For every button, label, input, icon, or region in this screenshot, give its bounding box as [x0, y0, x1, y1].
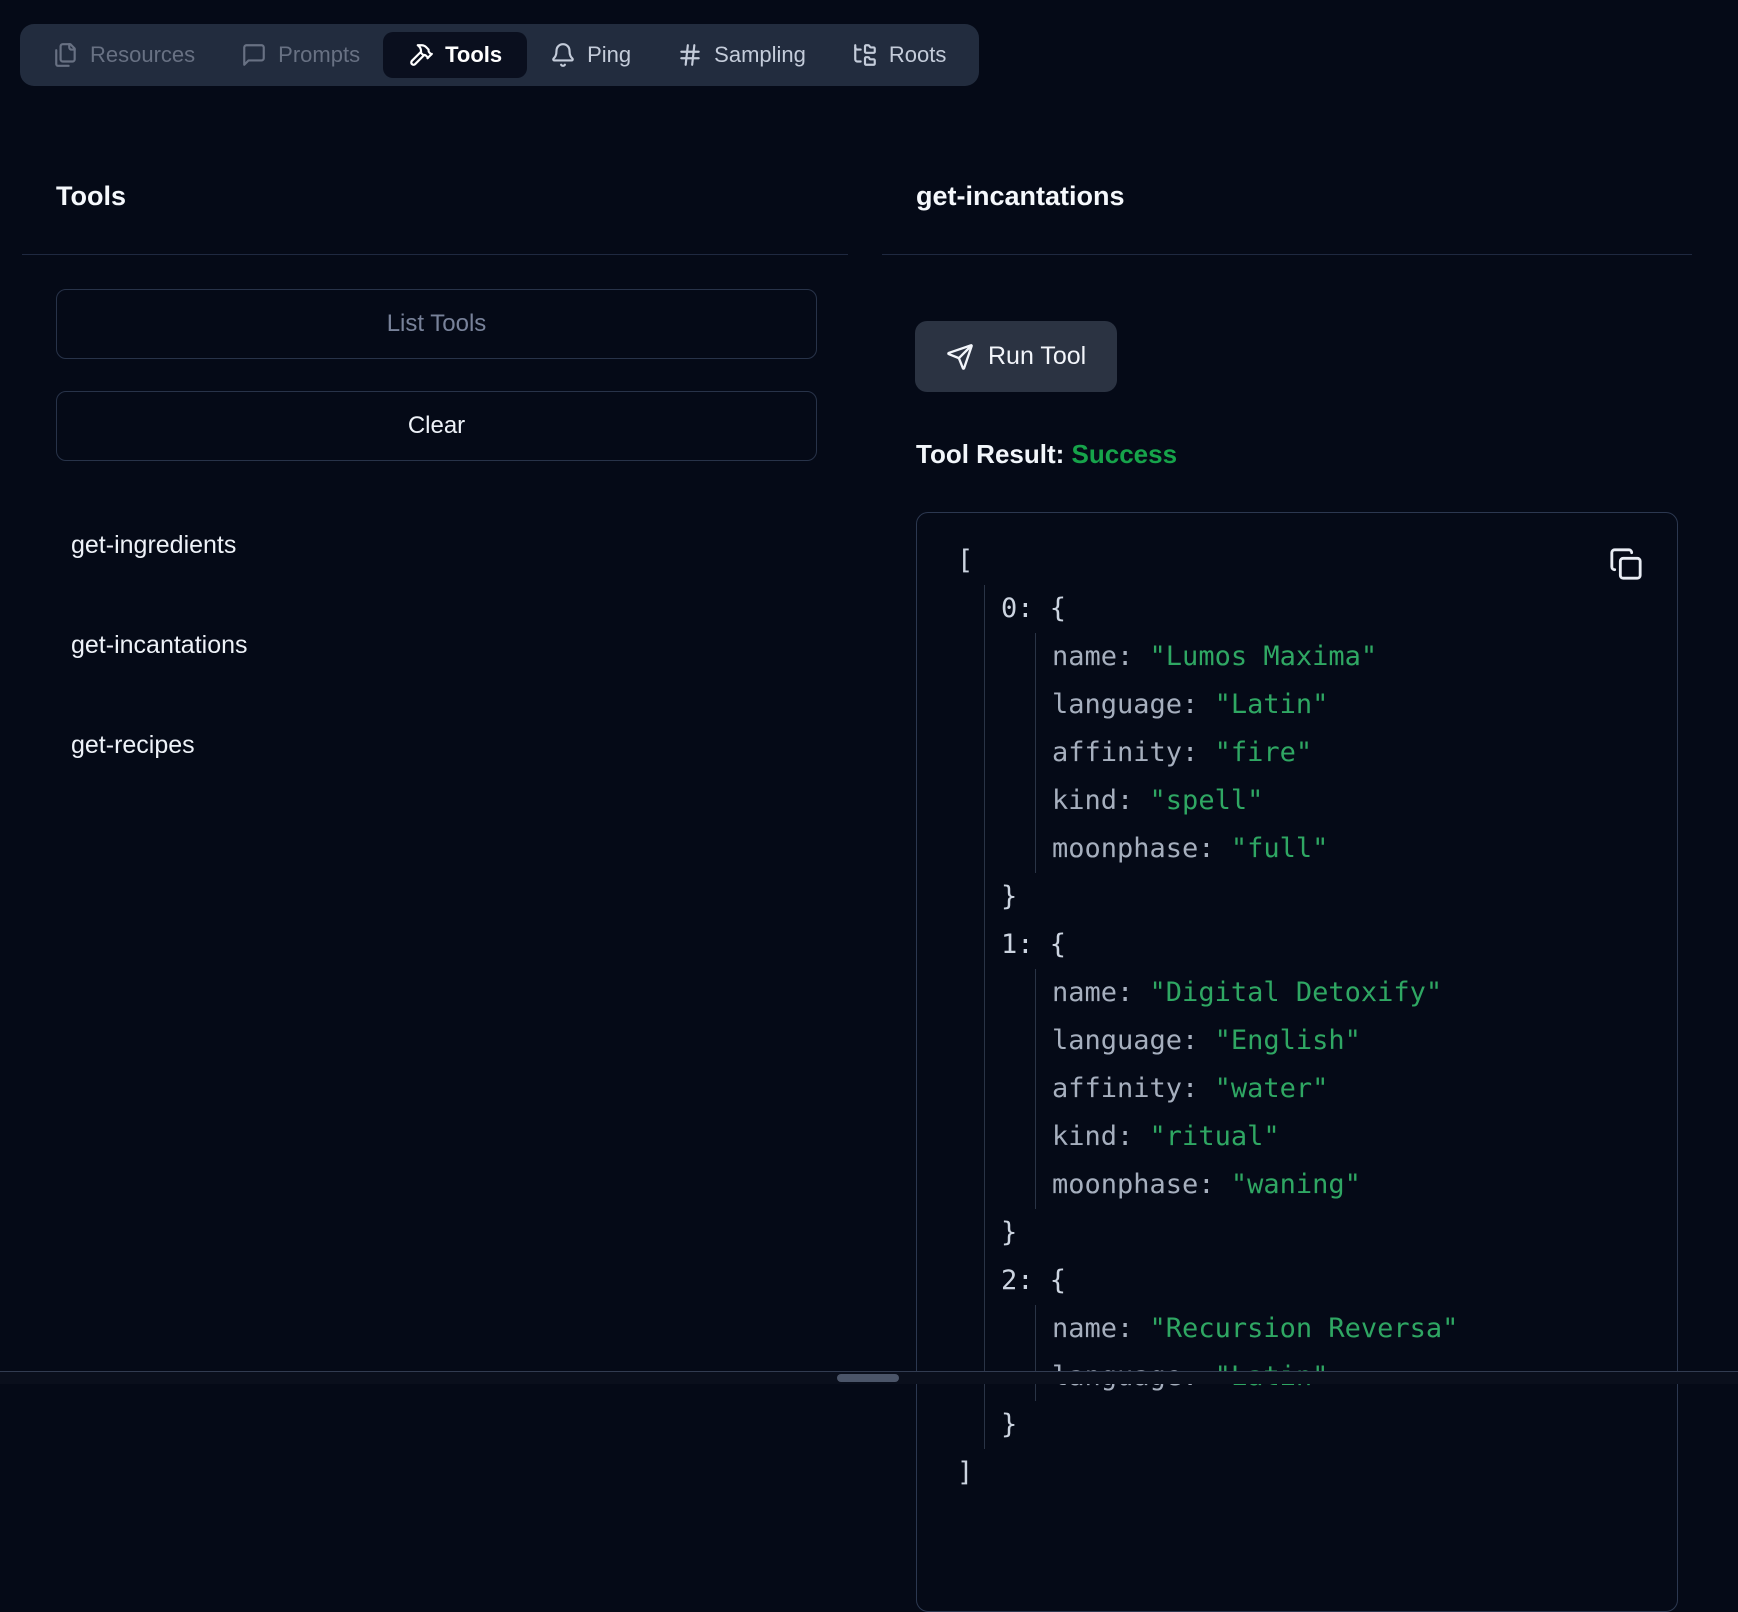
json-line: name: "Recursion Reversa" — [1052, 1305, 1657, 1353]
json-tree-viewer: [0: {name: "Lumos Maxima"language: "Lati… — [957, 537, 1657, 1497]
list-tools-button[interactable]: List Tools — [56, 289, 817, 359]
json-line: affinity: "water" — [1052, 1065, 1657, 1113]
horizontal-scrollbar-thumb[interactable] — [837, 1374, 899, 1382]
json-line: 0: { — [1001, 585, 1657, 633]
json-line: 2: { — [1001, 1257, 1657, 1305]
hammer-icon — [408, 42, 434, 68]
clear-button[interactable]: Clear — [56, 391, 817, 461]
tool-result-label: Tool Result: — [916, 439, 1064, 469]
json-line: affinity: "fire" — [1052, 729, 1657, 777]
tab-prompts[interactable]: Prompts — [218, 24, 383, 86]
hash-icon — [677, 42, 703, 68]
json-line: 1: { — [1001, 921, 1657, 969]
json-line: } — [1001, 1401, 1657, 1449]
send-icon — [946, 343, 974, 371]
bell-icon — [550, 42, 576, 68]
run-tool-button[interactable]: Run Tool — [915, 321, 1117, 392]
tool-item-get-recipes[interactable]: get-recipes — [22, 715, 848, 775]
tab-roots[interactable]: Roots — [829, 24, 969, 86]
json-line: } — [1001, 1209, 1657, 1257]
json-object-fields: name: "Digital Detoxify"language: "Engli… — [1035, 969, 1657, 1209]
divider — [882, 254, 1692, 255]
json-array-items: 0: {name: "Lumos Maxima"language: "Latin… — [984, 585, 1657, 1449]
tool-result-json-box: [0: {name: "Lumos Maxima"language: "Lati… — [916, 512, 1678, 1612]
tab-label: Tools — [445, 42, 502, 68]
tab-tools[interactable]: Tools — [383, 32, 527, 78]
json-line: ] — [957, 1449, 1657, 1497]
tab-bar: Resources Prompts Tools Ping Sampling Ro… — [20, 24, 979, 86]
tool-result-line: Tool Result: Success — [916, 438, 1692, 470]
files-icon — [53, 42, 79, 68]
json-line: kind: "spell" — [1052, 777, 1657, 825]
message-icon — [241, 42, 267, 68]
run-tool-label: Run Tool — [988, 342, 1086, 371]
tools-panel: Tools List Tools Clear get-ingredients g… — [22, 178, 848, 815]
tool-item-get-ingredients[interactable]: get-ingredients — [22, 515, 848, 575]
tools-list: get-ingredients get-incantations get-rec… — [22, 515, 848, 775]
json-line: language: "Latin" — [1052, 681, 1657, 729]
tab-resources[interactable]: Resources — [30, 24, 218, 86]
tab-label: Ping — [587, 42, 631, 68]
tab-label: Roots — [889, 42, 946, 68]
selected-tool-title: get-incantations — [916, 178, 1692, 214]
json-line: name: "Lumos Maxima" — [1052, 633, 1657, 681]
tab-label: Resources — [90, 42, 195, 68]
copy-icon — [1609, 547, 1647, 581]
json-line: moonphase: "waning" — [1052, 1161, 1657, 1209]
json-line: name: "Digital Detoxify" — [1052, 969, 1657, 1017]
tab-sampling[interactable]: Sampling — [654, 24, 829, 86]
folder-tree-icon — [852, 42, 878, 68]
json-line: [ — [957, 537, 1657, 585]
tool-detail-panel: get-incantations Run Tool Tool Result: S… — [882, 178, 1692, 1612]
json-line: } — [1001, 873, 1657, 921]
tool-result-status: Success — [1072, 439, 1178, 469]
divider — [22, 254, 848, 255]
json-object-fields: name: "Lumos Maxima"language: "Latin"aff… — [1035, 633, 1657, 873]
json-line: moonphase: "full" — [1052, 825, 1657, 873]
tools-panel-title: Tools — [56, 178, 848, 214]
json-object-fields: name: "Recursion Reversa"language: "Lati… — [1035, 1305, 1657, 1401]
tab-ping[interactable]: Ping — [527, 24, 654, 86]
horizontal-scrollbar-track[interactable] — [0, 1371, 1738, 1384]
tab-label: Sampling — [714, 42, 806, 68]
copy-button[interactable] — [1609, 545, 1647, 583]
tab-label: Prompts — [278, 42, 360, 68]
json-line: language: "English" — [1052, 1017, 1657, 1065]
json-line: kind: "ritual" — [1052, 1113, 1657, 1161]
tool-item-get-incantations[interactable]: get-incantations — [22, 615, 848, 675]
